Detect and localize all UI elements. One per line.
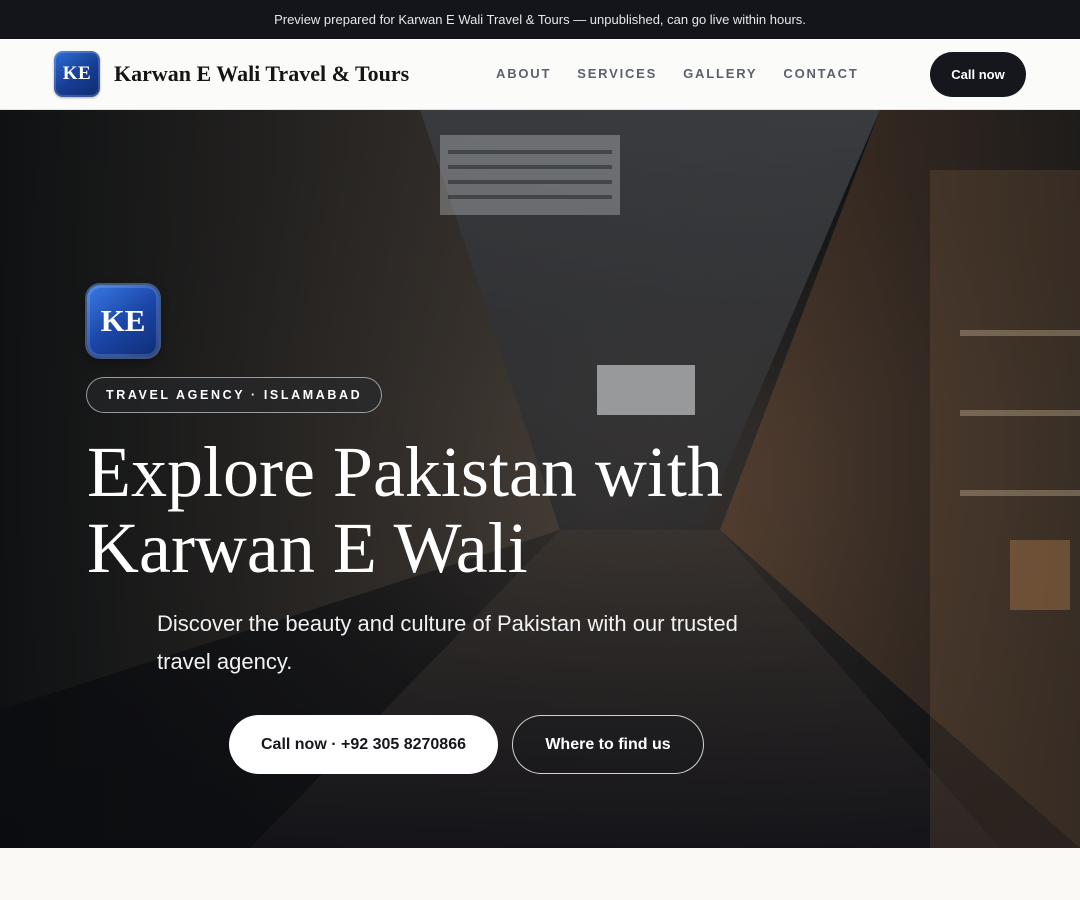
nav-link-gallery[interactable]: GALLERY: [683, 66, 757, 81]
where-to-find-us-button[interactable]: Where to find us: [512, 715, 704, 774]
hero-section: KE TRAVEL AGENCY · ISLAMABAD Explore Pak…: [0, 110, 1080, 848]
main-nav: ABOUT SERVICES GALLERY CONTACT: [496, 66, 859, 81]
hero-title: Explore Pakistan with Karwan E Wali: [87, 434, 807, 586]
brand-logo-initials: KE: [62, 63, 92, 84]
preview-banner-text: Preview prepared for Karwan E Wali Trave…: [274, 12, 806, 27]
next-section: [0, 848, 1080, 900]
nav-link-services[interactable]: SERVICES: [577, 66, 657, 81]
hero-title-line2: Karwan E Wali: [87, 508, 528, 588]
preview-banner: Preview prepared for Karwan E Wali Trave…: [0, 0, 1080, 39]
hero-logo-initials: KE: [100, 303, 146, 338]
brand-logo[interactable]: KE: [54, 51, 100, 97]
header-call-button[interactable]: Call now: [930, 52, 1026, 97]
nav-link-contact[interactable]: CONTACT: [783, 66, 858, 81]
brand-name[interactable]: Karwan E Wali Travel & Tours: [114, 61, 409, 87]
hero-call-button[interactable]: Call now · +92 305 8270866: [229, 715, 498, 774]
site-header: KE Karwan E Wali Travel & Tours ABOUT SE…: [0, 39, 1080, 110]
hero-title-line1: Explore Pakistan with: [87, 432, 723, 512]
hero-subtitle: Discover the beauty and culture of Pakis…: [157, 611, 738, 674]
nav-link-about[interactable]: ABOUT: [496, 66, 551, 81]
hero-logo: KE: [87, 285, 159, 357]
agency-tag: TRAVEL AGENCY · ISLAMABAD: [86, 377, 383, 413]
